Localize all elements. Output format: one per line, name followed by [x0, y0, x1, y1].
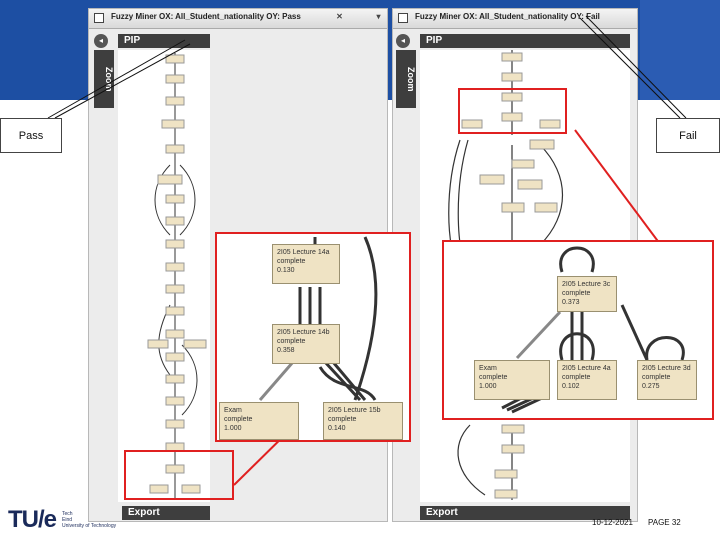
zoom-node: 2I05 Lecture 15b complete 0.140 — [323, 402, 403, 440]
node-status: complete — [479, 374, 508, 381]
fail-callout: Fail — [656, 118, 720, 153]
graph-node — [165, 216, 185, 226]
tue-logo: TU/e Tech Eind University of Technology — [8, 505, 158, 535]
node-value: 0.275 — [642, 383, 660, 390]
graph-node — [165, 419, 185, 429]
fail-callout-label: Fail — [679, 129, 697, 142]
graph-node — [165, 306, 185, 316]
window-icon — [398, 13, 408, 23]
slide-header-band-right — [640, 0, 720, 100]
node-status: complete — [562, 290, 591, 297]
left-pip-label: PIP — [124, 35, 141, 46]
graph-node — [161, 119, 185, 129]
node-status: complete — [277, 258, 306, 265]
node-name: Exam — [479, 365, 497, 372]
graph-node — [501, 52, 523, 62]
graph-node — [165, 329, 185, 339]
graph-node — [529, 139, 555, 150]
zoom-node: 2I05 Lecture 3c complete 0.373 — [557, 276, 617, 312]
left-zoom-tab[interactable]: Zoom — [94, 50, 114, 108]
pass-callout: Pass — [0, 118, 62, 153]
right-zoom-label: Zoom — [406, 66, 416, 92]
node-value: 0.140 — [328, 425, 346, 432]
node-name: 2I05 Lecture 4a — [562, 365, 611, 372]
graph-node — [501, 444, 525, 454]
graph-node — [165, 74, 185, 84]
node-value: 1.000 — [224, 425, 242, 432]
pip-toggle-icon[interactable]: ◂ — [94, 34, 108, 48]
node-status: complete — [328, 416, 357, 423]
node-value: 0.130 — [277, 267, 295, 274]
right-highlight-box — [458, 88, 567, 134]
left-window-titlebar[interactable]: Fuzzy Miner OX: All_Student_nationality … — [89, 9, 387, 29]
left-process-graph — [147, 53, 207, 500]
graph-node — [501, 202, 525, 213]
left-window-title: Fuzzy Miner OX: All_Student_nationality … — [111, 12, 301, 21]
graph-node — [147, 339, 169, 349]
window-icon — [94, 13, 104, 23]
graph-node — [501, 72, 523, 82]
graph-node — [157, 174, 183, 185]
graph-node — [165, 144, 185, 154]
slide-date: 10-12-2021 — [592, 518, 633, 527]
node-value: 1.000 — [479, 383, 497, 390]
right-window-title: Fuzzy Miner OX: All_Student_nationality … — [415, 12, 600, 21]
graph-node — [165, 374, 185, 384]
graph-node — [494, 489, 518, 499]
node-value: 0.358 — [277, 347, 295, 354]
graph-node — [517, 179, 543, 190]
node-name: 2I05 Lecture 3d — [642, 365, 691, 372]
menu-arrow-icon[interactable]: ▾ — [374, 12, 383, 21]
graph-node — [165, 262, 185, 272]
zoom-node: 2I05 Lecture 4a complete 0.102 — [557, 360, 617, 400]
close-icon[interactable]: ✕ — [335, 12, 344, 21]
node-name: 2I05 Lecture 14a — [277, 249, 330, 256]
left-highlight-box — [124, 450, 234, 500]
node-name: Exam — [224, 407, 242, 414]
graph-node — [165, 352, 185, 362]
node-name: 2I05 Lecture 3c — [562, 281, 611, 288]
graph-node — [165, 54, 185, 64]
graph-node — [494, 469, 518, 479]
graph-node — [501, 424, 525, 434]
zoom-node: 2I05 Lecture 3d complete 0.275 — [637, 360, 697, 400]
graph-node — [534, 202, 558, 213]
graph-node — [165, 96, 185, 106]
node-status: complete — [224, 416, 253, 423]
graph-node — [183, 339, 207, 349]
zoom-node: 2I05 Lecture 14a complete 0.130 — [272, 244, 340, 284]
zoom-node: 2I05 Lecture 14b complete 0.358 — [272, 324, 340, 364]
node-status: complete — [562, 374, 591, 381]
node-status: complete — [642, 374, 671, 381]
node-name: 2I05 Lecture 15b — [328, 407, 381, 414]
logo-wordmark: TU/e — [8, 506, 57, 533]
graph-node — [165, 396, 185, 406]
right-zoom-tab[interactable]: Zoom — [396, 50, 416, 108]
node-name: 2I05 Lecture 14b — [277, 329, 330, 336]
pip-toggle-icon[interactable]: ◂ — [396, 34, 410, 48]
right-window-titlebar[interactable]: Fuzzy Miner OX: All_Student_nationality … — [393, 9, 637, 29]
page-number: PAGE 32 — [648, 518, 681, 527]
node-value: 0.102 — [562, 383, 580, 390]
logo-line: University of Technology — [62, 523, 117, 529]
right-export-label: Export — [426, 507, 458, 518]
graph-node — [511, 159, 535, 169]
pass-callout-label: Pass — [18, 129, 44, 142]
graph-node — [479, 174, 505, 185]
graph-node — [165, 239, 185, 249]
node-status: complete — [277, 338, 306, 345]
graph-node — [165, 194, 185, 204]
node-value: 0.373 — [562, 299, 580, 306]
zoom-node: Exam complete 1.000 — [474, 360, 550, 400]
zoom-node: Exam complete 1.000 — [219, 402, 299, 440]
left-zoom-label: Zoom — [104, 66, 114, 92]
graph-node — [165, 284, 185, 294]
